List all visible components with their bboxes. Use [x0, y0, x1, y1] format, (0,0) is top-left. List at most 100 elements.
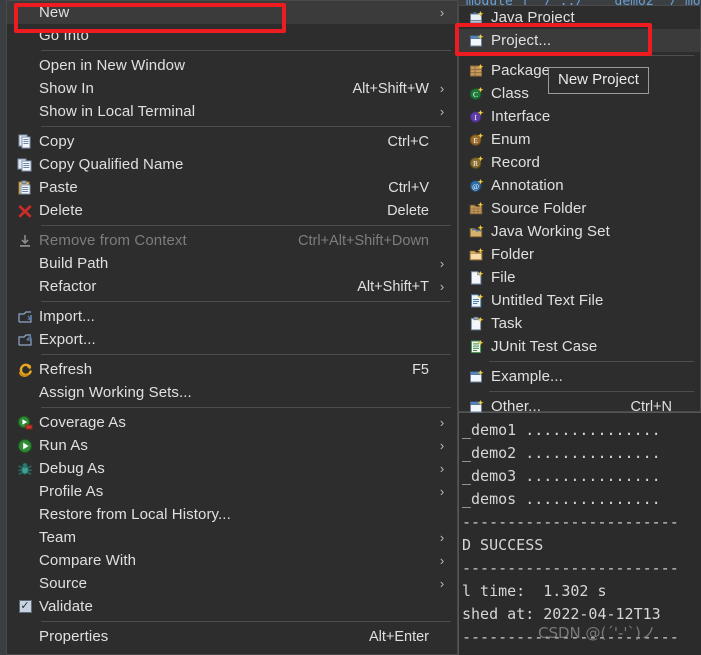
menu-item-open-in-new-window[interactable]: Open in New Window: [7, 54, 457, 77]
menu-item-icon-none: [11, 253, 39, 274]
menu-item-paste[interactable]: Paste Ctrl+V: [7, 176, 457, 199]
task-icon: [463, 313, 491, 334]
record-icon: R: [463, 152, 491, 173]
menu-item-java-project[interactable]: Java Project: [459, 6, 700, 29]
run-icon: [11, 435, 39, 456]
menu-item-label: Task: [491, 315, 523, 332]
menu-separator: [489, 361, 694, 362]
menu-item-label: Source Folder: [491, 200, 587, 217]
menu-item-refresh[interactable]: Refresh F5: [7, 358, 457, 381]
menu-item-run-as[interactable]: Run As ›: [7, 434, 457, 457]
package-icon: [463, 60, 491, 81]
menu-item-assign-working-sets[interactable]: Assign Working Sets...: [7, 381, 457, 404]
menu-item-icon-none: [11, 626, 39, 647]
menu-item-import[interactable]: Import...: [7, 305, 457, 328]
menu-item-interface[interactable]: I Interface: [459, 105, 700, 128]
remove-context-icon: [11, 230, 39, 251]
menu-item-icon-none: [11, 481, 39, 502]
menu-item-folder[interactable]: Folder: [459, 243, 700, 266]
menu-separator: [41, 126, 451, 127]
menu-item-compare-with[interactable]: Compare With ›: [7, 549, 457, 572]
chevron-right-icon: ›: [439, 461, 445, 476]
svg-text:@: @: [472, 182, 479, 191]
checkbox-checked-icon: ✓: [18, 600, 32, 613]
menu-item-coverage-as[interactable]: Coverage As ›: [7, 411, 457, 434]
menu-item-source[interactable]: Source ›: [7, 572, 457, 595]
chevron-right-icon: ›: [439, 81, 445, 96]
menu-item-accelerator: Alt+Shift+T: [357, 278, 429, 295]
console-panel[interactable]: _demo1 ............... _demo2 ..........…: [458, 412, 701, 655]
menu-item-validate[interactable]: ✓ Validate: [7, 595, 457, 618]
menu-item-label: Untitled Text File: [491, 292, 604, 309]
menu-item-label: Interface: [491, 108, 551, 125]
menu-item-junit-test-case[interactable]: JUnit Test Case: [459, 335, 700, 358]
menu-item-java-working-set[interactable]: Java Working Set: [459, 220, 700, 243]
menu-item-label: Compare With: [39, 552, 137, 569]
menu-item-other[interactable]: Other... Ctrl+N: [459, 395, 700, 418]
copy-qualified-icon: [11, 154, 39, 175]
folder-icon: [463, 244, 491, 265]
menu-item-label: Validate: [39, 598, 93, 615]
console-line-build-status: D SUCCESS: [462, 536, 544, 554]
menu-separator: [41, 225, 451, 226]
menu-item-label: Project...: [491, 32, 552, 49]
console-line: _demo1 ...............: [462, 421, 661, 439]
menu-item-icon-none: [11, 25, 39, 46]
package-explorer-context-menu[interactable]: New › Go Into Open in New Window Show In Alt+…: [6, 0, 458, 655]
menu-item-icon-none: [11, 573, 39, 594]
menu-item-copy-qualified-name[interactable]: Copy Qualified Name: [7, 153, 457, 176]
menu-item-project[interactable]: Project...: [459, 29, 700, 52]
file-icon: [463, 267, 491, 288]
menu-item-debug-as[interactable]: Debug As ›: [7, 457, 457, 480]
chevron-right-icon: ›: [439, 279, 445, 294]
menu-separator: [41, 301, 451, 302]
menu-item-export[interactable]: Export...: [7, 328, 457, 351]
menu-item-label: New: [39, 4, 70, 21]
menu-item-label: Record: [491, 154, 540, 171]
tooltip-text: New Project: [558, 71, 639, 88]
menu-item-label: Show in Local Terminal: [39, 103, 196, 120]
menu-item-copy[interactable]: Copy Ctrl+C: [7, 130, 457, 153]
menu-item-example[interactable]: Example...: [459, 365, 700, 388]
menu-item-task[interactable]: Task: [459, 312, 700, 335]
menu-item-enum[interactable]: E Enum: [459, 128, 700, 151]
menu-item-go-into[interactable]: Go Into: [7, 24, 457, 47]
menu-item-delete[interactable]: Delete Delete: [7, 199, 457, 222]
menu-item-new[interactable]: New ›: [7, 1, 457, 24]
interface-icon: I: [463, 106, 491, 127]
menu-item-team[interactable]: Team ›: [7, 526, 457, 549]
menu-item-accelerator: Ctrl+C: [387, 133, 430, 150]
menu-item-file[interactable]: File: [459, 266, 700, 289]
menu-item-profile-as[interactable]: Profile As ›: [7, 480, 457, 503]
menu-item-label: Coverage As: [39, 414, 126, 431]
menu-item-icon-none: [11, 101, 39, 122]
enum-icon: E: [463, 129, 491, 150]
paste-icon: [11, 177, 39, 198]
console-line-total-time: l time: 1.302 s: [462, 582, 607, 600]
menu-item-label: Team: [39, 529, 77, 546]
menu-item-label: Folder: [491, 246, 535, 263]
menu-item-refactor[interactable]: Refactor Alt+Shift+T ›: [7, 275, 457, 298]
menu-item-restore-from-local-history[interactable]: Restore from Local History...: [7, 503, 457, 526]
import-icon: [11, 306, 39, 327]
menu-item-icon-none: [11, 550, 39, 571]
menu-separator: [41, 621, 451, 622]
chevron-right-icon: ›: [439, 553, 445, 568]
menu-item-icon-none: [11, 55, 39, 76]
chevron-right-icon: ›: [439, 576, 445, 591]
menu-item-properties[interactable]: Properties Alt+Enter: [7, 625, 457, 648]
menu-item-show-in-local-terminal[interactable]: Show in Local Terminal ›: [7, 100, 457, 123]
menu-item-show-in[interactable]: Show In Alt+Shift+W ›: [7, 77, 457, 100]
menu-item-record[interactable]: R Record: [459, 151, 700, 174]
menu-item-icon-none: [11, 78, 39, 99]
menu-item-label: File: [491, 269, 516, 286]
svg-text:C: C: [473, 90, 478, 99]
menu-item-annotation[interactable]: @ Annotation: [459, 174, 700, 197]
console-line: _demo2 ...............: [462, 444, 661, 462]
chevron-right-icon: ›: [439, 415, 445, 430]
menu-item-source-folder[interactable]: Source Folder: [459, 197, 700, 220]
java-project-icon: [463, 7, 491, 28]
menu-item-label: Annotation: [491, 177, 564, 194]
menu-item-build-path[interactable]: Build Path ›: [7, 252, 457, 275]
menu-item-untitled-text-file[interactable]: Untitled Text File: [459, 289, 700, 312]
